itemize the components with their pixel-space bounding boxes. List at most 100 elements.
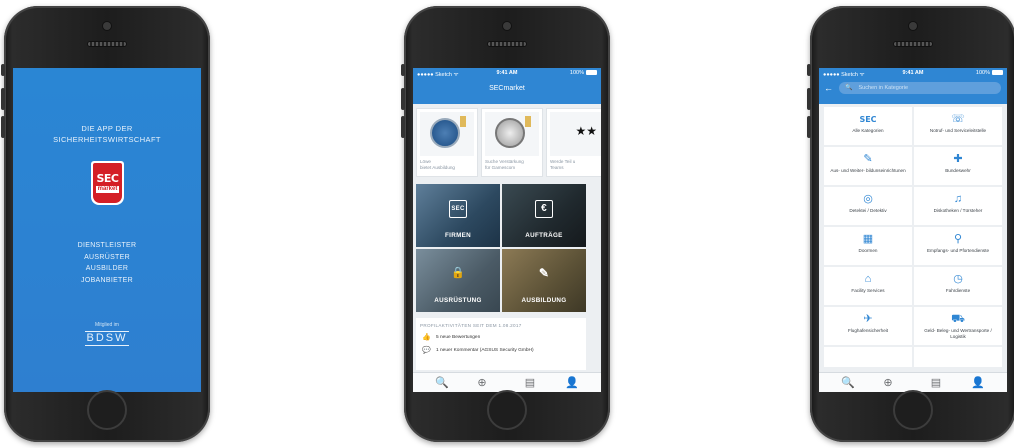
tile-auftraege[interactable]: € AUFTRÄGE xyxy=(502,184,586,247)
category-label: Geld- Beleg- und Wertransporte / Logisti… xyxy=(924,328,992,339)
splash-headline-line1: DIE APP DER xyxy=(81,124,133,133)
profile-icon[interactable]: 👤 xyxy=(971,377,985,389)
add-icon[interactable]: ⊕ xyxy=(475,377,489,389)
nav-bar: ●●●●● Sketch ᯤ 9:41 AM 100% SECmarket xyxy=(413,68,601,104)
featured-card[interactable]: Suche Verstärkung für Gamescom xyxy=(481,108,543,177)
status-bar: ●●●●● Sketch ᯤ 9:41 AM 100% xyxy=(417,70,597,80)
sec-logo-icon: SEC xyxy=(449,200,467,218)
category-item[interactable]: ▦ Doormen xyxy=(824,227,912,265)
category-label: Facility Services xyxy=(851,288,885,293)
home-button[interactable] xyxy=(893,390,933,430)
back-arrow-icon[interactable]: ← xyxy=(824,83,833,93)
category-item-partial[interactable] xyxy=(824,347,912,367)
tab-bar: 🔍 ⊕ ▤ 👤 xyxy=(413,372,601,392)
card-image: ★★ xyxy=(550,112,601,156)
tile-label: AUSBILDUNG xyxy=(521,297,567,304)
device-mockup-showcase: DIE APP DER SICHERHEITSWIRTSCHAFT SEC ma… xyxy=(0,0,1014,448)
tile-label: AUFTRÄGE xyxy=(525,232,563,239)
featured-carousel[interactable]: Löwe bietet Ausbildung Suche Verstärkung f… xyxy=(416,108,601,177)
card-subtitle: für Gamescom xyxy=(485,165,516,170)
front-camera xyxy=(503,22,511,30)
battery-indicator: 100% xyxy=(976,70,1003,76)
category-label: Fahrdienste xyxy=(945,288,971,293)
category-label: Flughafensicherheit xyxy=(847,328,889,333)
mute-switch xyxy=(401,64,405,76)
earpiece-speaker xyxy=(487,41,527,47)
category-item[interactable]: ⚲ Empfangs- und Pfortendienste xyxy=(914,227,1002,265)
role-list: DIENSTLEISTER AUSRÜSTER AUSBILDER JOBANB… xyxy=(13,240,201,286)
category-label: Empfangs- und Pfortendienste xyxy=(926,248,990,253)
splash-headline: DIE APP DER SICHERHEITSWIRTSCHAFT xyxy=(13,123,201,145)
role-item: AUSBILDER xyxy=(85,265,129,272)
lion-seal-icon xyxy=(430,118,460,148)
featured-card[interactable]: Löwe bietet Ausbildung xyxy=(416,108,478,177)
category-item[interactable]: SEC Alle Kategorien xyxy=(824,107,912,145)
news-icon[interactable]: ▤ xyxy=(523,377,537,389)
tile-ausbildung[interactable]: ✎ AUSBILDUNG xyxy=(502,249,586,312)
category-item[interactable]: ⛟ Geld- Beleg- und Wertransporte / Logist… xyxy=(914,307,1002,345)
volume-up-button xyxy=(807,88,811,110)
activity-item[interactable]: 👍 5 neue Bewertungen xyxy=(416,331,586,344)
category-item[interactable]: ◎ Detektei / Detektiv xyxy=(824,187,912,225)
category-item[interactable]: ✎ Aus- und Weiter- bildunseinrichtunen xyxy=(824,147,912,185)
category-item[interactable]: ♫ Diskotheken / Türsteher xyxy=(914,187,1002,225)
dashboard-screen: ●●●●● Sketch ᯤ 9:41 AM 100% SECmarket Lö… xyxy=(413,68,601,392)
status-bar: ●●●●● Sketch ᯤ 9:41 AM 100% xyxy=(823,70,1003,80)
category-label: Notruf- und Serviceleitstelle xyxy=(929,128,987,133)
activity-text: 1 neuer Kommentar (AGSUS Security GmbH) xyxy=(436,348,534,353)
category-label: Detektei / Detektiv xyxy=(849,208,887,213)
category-item[interactable]: ☏ Notruf- und Serviceleitstelle xyxy=(914,107,1002,145)
house-icon: ⌂ xyxy=(864,273,872,285)
logo-market-text: market xyxy=(95,186,120,193)
card-image xyxy=(420,112,474,156)
tab-bar: 🔍 ⊕ ▤ 👤 xyxy=(819,372,1007,392)
category-search-input[interactable]: 🔍 Suchen in Kategorie xyxy=(839,82,1001,94)
thumbs-up-icon: 👍 xyxy=(422,334,431,341)
news-icon[interactable]: ▤ xyxy=(929,377,943,389)
airplane-icon: ✈ xyxy=(863,313,873,325)
phone-dashboard: ●●●●● Sketch ᯤ 9:41 AM 100% SECmarket Lö… xyxy=(401,6,610,442)
phone-icon: ☏ xyxy=(951,113,965,125)
pencil-icon: ✎ xyxy=(863,153,873,165)
tile-label: FIRMEN xyxy=(445,232,471,239)
activity-item[interactable]: 💬 1 neuer Kommentar (AGSUS Security GmbH… xyxy=(416,344,586,357)
euro-icon: € xyxy=(535,200,553,218)
battery-icon xyxy=(586,70,597,76)
category-label: Bundeswehr xyxy=(945,168,971,173)
volume-down-button xyxy=(1,116,5,138)
featured-card[interactable]: ★★ Werde Teil u Teams xyxy=(546,108,601,177)
category-item[interactable]: ✈ Flughafensicherheit xyxy=(824,307,912,345)
card-subtitle: Teams xyxy=(550,165,564,170)
volume-down-button xyxy=(401,116,405,138)
profile-activity-panel: PROFILAKTIVITÄTEN SEIT DEM 1.08.2017 👍 5… xyxy=(416,318,586,370)
add-icon[interactable]: ⊕ xyxy=(881,377,895,389)
music-note-icon: ♫ xyxy=(953,193,963,205)
member-label: Mitglied im xyxy=(95,322,119,328)
binoculars-icon: ◎ xyxy=(863,193,873,205)
profile-icon[interactable]: 👤 xyxy=(565,377,579,389)
tile-firmen[interactable]: SEC FIRMEN xyxy=(416,184,500,247)
lock-icon: 🔒 xyxy=(451,267,465,279)
search-icon[interactable]: 🔍 xyxy=(435,377,449,389)
category-item[interactable]: ◷ Fahrdienste xyxy=(914,267,1002,305)
category-label: Diskotheken / Türsteher xyxy=(933,208,983,213)
mute-switch xyxy=(807,64,811,76)
role-item: JOBANBIETER xyxy=(81,276,133,284)
splash-screen: DIE APP DER SICHERHEITSWIRTSCHAFT SEC ma… xyxy=(13,68,201,392)
cross-icon: ✚ xyxy=(953,153,963,165)
home-button[interactable] xyxy=(87,390,127,430)
search-icon[interactable]: 🔍 xyxy=(841,377,855,389)
eagle-seal-icon xyxy=(495,118,525,148)
tile-label: AUSRÜSTUNG xyxy=(434,297,482,304)
category-item[interactable]: ✚ Bundeswehr xyxy=(914,147,1002,185)
role-item: DIENSTLEISTER xyxy=(77,242,137,249)
page-title: SECmarket xyxy=(489,85,525,92)
nav-bar: ●●●●● Sketch ᯤ 9:41 AM 100% ← 🔍 Suchen in… xyxy=(819,68,1007,104)
category-item-partial[interactable] xyxy=(914,347,1002,367)
category-label: Alle Kategorien xyxy=(852,128,884,133)
category-item[interactable]: ⌂ Facility Services xyxy=(824,267,912,305)
tile-ausruestung[interactable]: 🔒 AUSRÜSTUNG xyxy=(416,249,500,312)
home-button[interactable] xyxy=(487,390,527,430)
categories-screen: ●●●●● Sketch ᯤ 9:41 AM 100% ← 🔍 Suchen in… xyxy=(819,68,1007,392)
bdsw-logo: BDSW xyxy=(85,331,129,346)
